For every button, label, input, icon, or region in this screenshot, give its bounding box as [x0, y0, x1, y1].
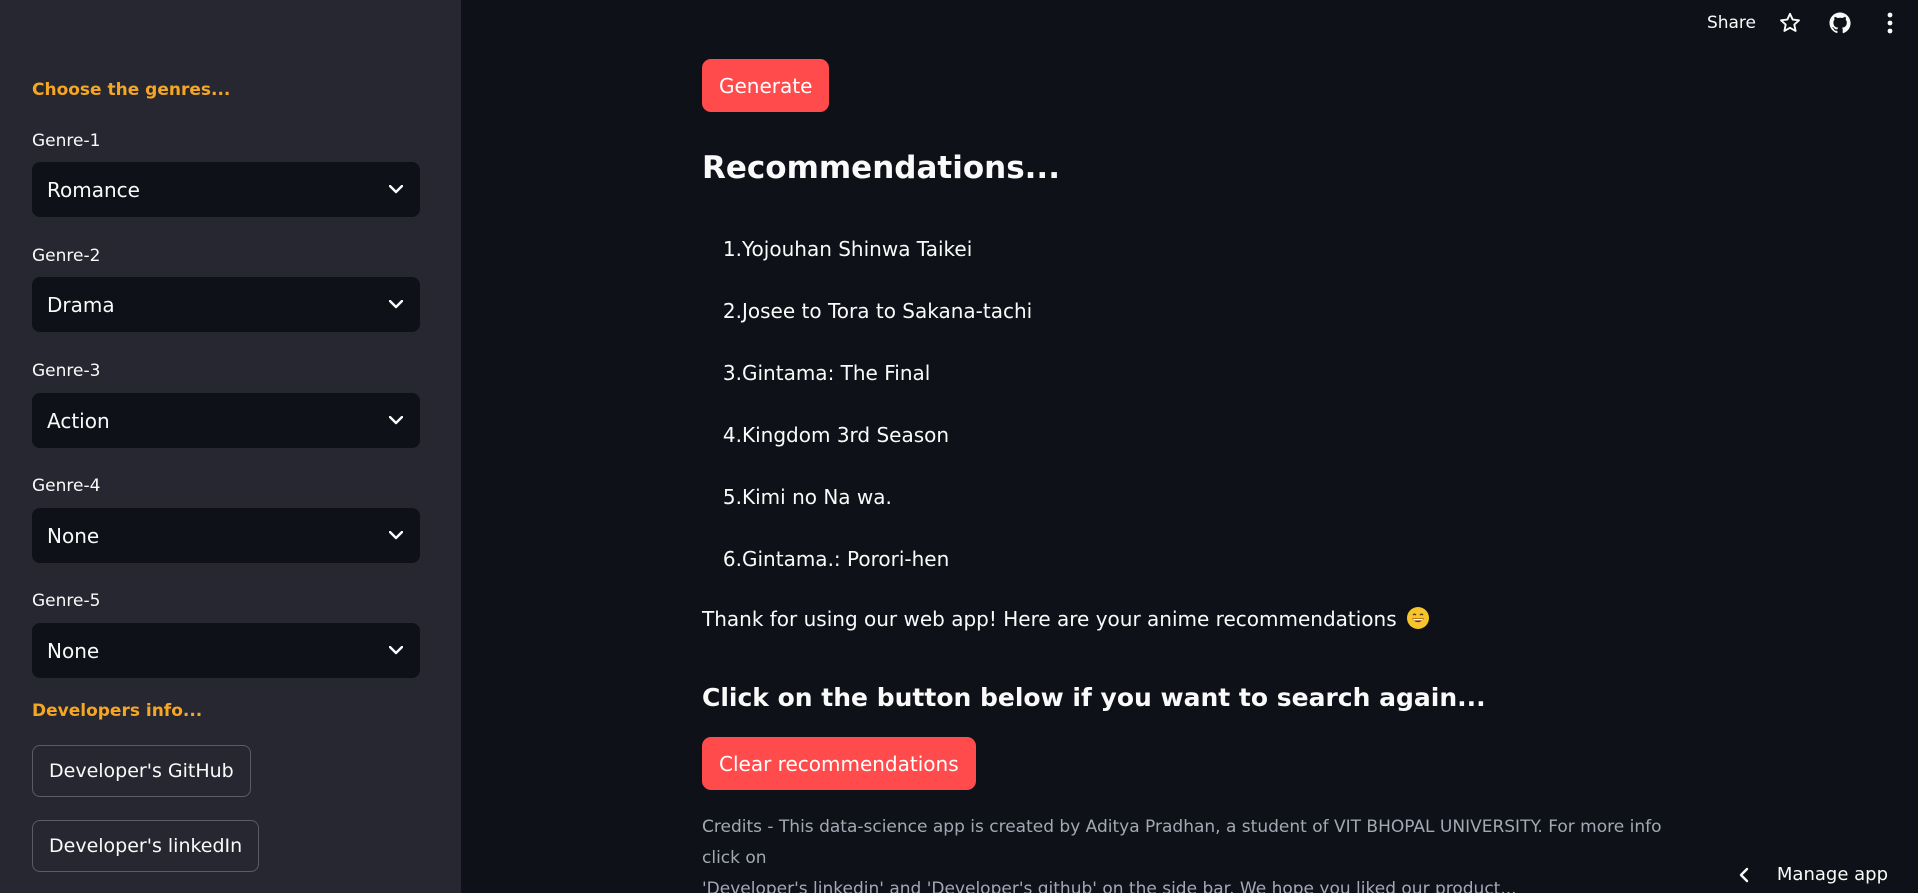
genre-2-value: Drama	[47, 292, 115, 317]
list-item-title: Gintama.: Porori-hen	[742, 547, 950, 571]
chevron-left-icon	[1739, 867, 1749, 883]
list-item-number: 2.	[722, 299, 742, 323]
manage-app-label: Manage app	[1776, 864, 1888, 885]
list-item-title: Kimi no Na wa.	[742, 485, 892, 509]
list-item: 5. Kimi no Na wa.	[702, 466, 1032, 528]
chevron-down-icon	[387, 296, 405, 314]
genre-3-label: Genre-3	[32, 361, 101, 381]
list-item-number: 3.	[722, 361, 742, 385]
developer-github-button[interactable]: Developer's GitHub	[32, 745, 251, 797]
credits-line-2: 'Developer's linkedin' and 'Developer's …	[702, 879, 1517, 893]
list-item-number: 4.	[722, 423, 742, 447]
more-vertical-icon[interactable]	[1876, 9, 1904, 37]
clear-recommendations-button[interactable]: Clear recommendations	[702, 737, 976, 790]
genres-heading: Choose the genres...	[32, 80, 231, 100]
github-icon[interactable]	[1826, 9, 1854, 37]
list-item-number: 1.	[722, 237, 742, 261]
genre-3-value: Action	[47, 408, 110, 433]
search-again-heading: Click on the button below if you want to…	[702, 683, 1486, 712]
chevron-down-icon	[387, 642, 405, 660]
genre-4-label: Genre-4	[32, 476, 101, 496]
thanks-message: Thank for using our web app! Here are yo…	[702, 607, 1429, 631]
list-item: 2. Josee to Tora to Sakana-tachi	[702, 280, 1032, 342]
genre-5-value: None	[47, 638, 100, 663]
list-item-title: Gintama: The Final	[742, 361, 931, 385]
genre-1-select[interactable]: Romance	[32, 162, 420, 217]
main-content: Generate Recommendations... 1. Yojouhan …	[461, 0, 1918, 893]
streamlit-app: Choose the genres... Genre-1 Romance Gen…	[0, 0, 1918, 893]
genre-1-label: Genre-1	[32, 131, 101, 151]
thanks-text: Thank for using our web app! Here are yo…	[702, 607, 1397, 631]
genre-4-value: None	[47, 523, 100, 548]
genre-5-label: Genre-5	[32, 591, 101, 611]
genre-1-value: Romance	[47, 177, 140, 202]
manage-app-button[interactable]: Manage app	[1739, 864, 1888, 885]
genre-3-select[interactable]: Action	[32, 393, 420, 448]
list-item-title: Yojouhan Shinwa Taikei	[742, 237, 973, 261]
chevron-down-icon	[387, 527, 405, 545]
top-toolbar: Share	[1707, 0, 1918, 46]
sidebar: Choose the genres... Genre-1 Romance Gen…	[0, 0, 461, 893]
list-item-number: 5.	[722, 485, 742, 509]
recommendations-heading: Recommendations...	[702, 150, 1060, 186]
grinning-face-icon	[1407, 607, 1429, 629]
list-item: 3. Gintama: The Final	[702, 342, 1032, 404]
generate-button[interactable]: Generate	[702, 59, 830, 112]
list-item-number: 6.	[722, 547, 742, 571]
credits-text: Credits - This data-science app is creat…	[702, 812, 1702, 893]
genre-5-select[interactable]: None	[32, 623, 420, 678]
list-item-title: Kingdom 3rd Season	[742, 423, 950, 447]
list-item-title: Josee to Tora to Sakana-tachi	[742, 299, 1033, 323]
star-icon[interactable]	[1776, 9, 1804, 37]
recommendations-list: 1. Yojouhan Shinwa Taikei 2. Josee to To…	[702, 218, 1032, 590]
developers-heading: Developers info...	[32, 701, 203, 721]
credits-line-1: Credits - This data-science app is creat…	[702, 817, 1662, 868]
genre-2-label: Genre-2	[32, 246, 101, 266]
genre-4-select[interactable]: None	[32, 508, 420, 563]
chevron-down-icon	[387, 412, 405, 430]
list-item: 4. Kingdom 3rd Season	[702, 404, 1032, 466]
chevron-down-icon	[387, 181, 405, 199]
developer-linkedin-button[interactable]: Developer's linkedIn	[32, 820, 260, 872]
share-button[interactable]: Share	[1707, 13, 1756, 33]
list-item: 1. Yojouhan Shinwa Taikei	[702, 218, 1032, 280]
genre-2-select[interactable]: Drama	[32, 277, 420, 332]
list-item: 6. Gintama.: Porori-hen	[702, 528, 1032, 590]
